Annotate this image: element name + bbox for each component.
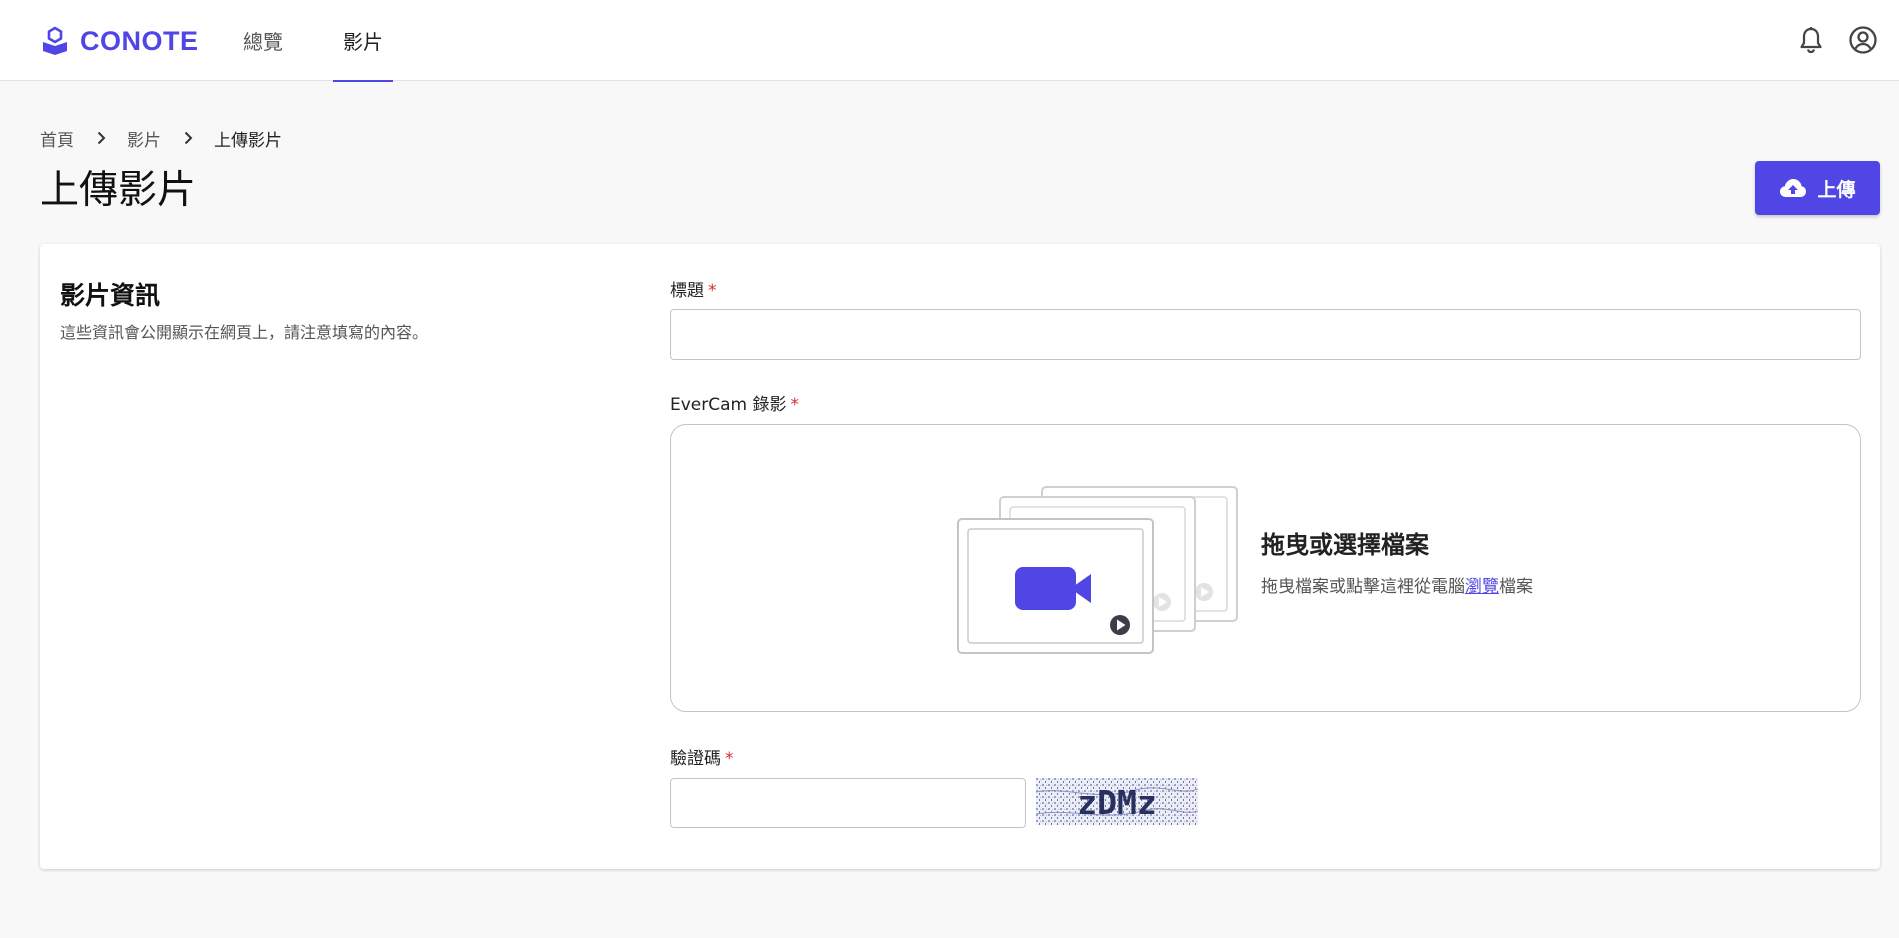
captcha-label-text: 驗證碼 xyxy=(670,749,721,769)
tab-overview[interactable]: 總覽 xyxy=(236,0,290,81)
conote-logo-icon xyxy=(43,26,67,55)
account-circle-icon xyxy=(1849,26,1877,54)
required-mark: * xyxy=(725,749,734,769)
breadcrumb-home[interactable]: 首頁 xyxy=(40,126,74,151)
chevron-right-icon xyxy=(184,131,193,145)
file-dropzone[interactable]: 拖曳或選擇檔案 拖曳檔案或點擊這裡從電腦瀏覽檔案 xyxy=(670,424,1861,712)
section-description: 這些資訊會公開顯示在網頁上，請注意填寫的內容。 xyxy=(60,323,429,342)
page-title: 上傳影片 xyxy=(40,168,197,213)
title-label-text: 標題 xyxy=(670,281,704,301)
upload-button[interactable]: 上傳 xyxy=(1755,161,1880,215)
dropzone-subtitle-before: 拖曳檔案或點擊這裡從電腦 xyxy=(1261,577,1465,597)
recording-label-text: EverCam 錄影 xyxy=(670,395,787,415)
dropzone-subtitle-after: 檔案 xyxy=(1499,577,1533,597)
dropzone-title: 拖曳或選擇檔案 xyxy=(1261,531,1429,559)
logo[interactable]: CONOTE xyxy=(40,24,199,58)
account-button[interactable] xyxy=(1847,24,1879,56)
top-app-bar: CONOTE 總覽 影片 xyxy=(0,0,1899,82)
tab-overview-label: 總覽 xyxy=(243,30,283,54)
chevron-right-icon xyxy=(97,131,106,145)
video-info-card: 影片資訊 這些資訊會公開顯示在網頁上，請注意填寫的內容。 標題 * EverCam… xyxy=(40,244,1880,869)
notifications-button[interactable] xyxy=(1795,24,1827,56)
section-title: 影片資訊 xyxy=(60,281,161,310)
breadcrumb-current: 上傳影片 xyxy=(214,130,282,151)
bell-icon xyxy=(1800,27,1822,54)
upload-button-label: 上傳 xyxy=(1817,178,1856,201)
captcha-image[interactable]: zDMz xyxy=(1036,778,1198,825)
tab-videos-label: 影片 xyxy=(343,30,383,54)
required-mark: * xyxy=(790,395,800,415)
logo-text: CONOTE xyxy=(80,25,199,56)
browse-link[interactable]: 瀏覽 xyxy=(1465,577,1499,597)
title-input[interactable] xyxy=(670,309,1861,360)
breadcrumb-videos[interactable]: 影片 xyxy=(127,126,161,151)
captcha-field-label: 驗證碼 * xyxy=(670,744,734,769)
title-field-label: 標題 * xyxy=(670,276,717,301)
recording-field-label: EverCam 錄影 * xyxy=(670,390,799,415)
video-files-illustration-icon xyxy=(957,486,1238,654)
required-mark: * xyxy=(708,281,717,301)
cloud-upload-icon xyxy=(1780,179,1807,197)
captcha-input[interactable] xyxy=(670,778,1026,828)
breadcrumb: 首頁 影片 上傳影片 xyxy=(40,126,282,151)
dropzone-subtitle: 拖曳檔案或點擊這裡從電腦瀏覽檔案 xyxy=(1261,572,1533,597)
tab-videos[interactable]: 影片 xyxy=(333,0,393,82)
captcha-text: zDMz xyxy=(1077,783,1156,822)
